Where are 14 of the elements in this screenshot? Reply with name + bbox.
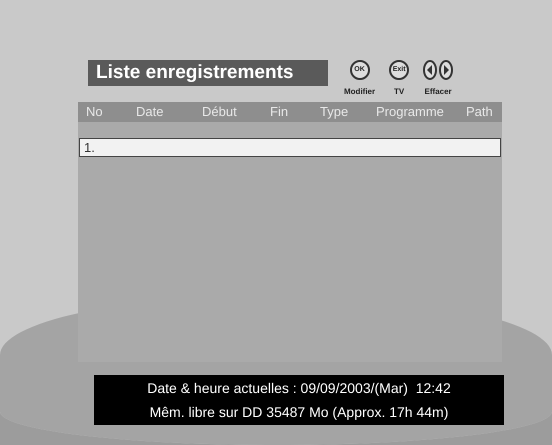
key-hint-label: TV (394, 86, 404, 98)
column-header: Programme (375, 103, 445, 122)
key-hint-label: Modifier (344, 86, 376, 98)
status-text: Mêm. libre sur DD 35487 Mo (Approx. 17h 44m) (150, 402, 448, 422)
column-header: Path (465, 103, 494, 122)
key-hint-label: Effacer (424, 86, 452, 98)
column-header: Début (201, 103, 238, 122)
column-header: Date (135, 103, 164, 122)
screen-title: Liste enregistrements (88, 60, 328, 86)
column-header: Fin (269, 103, 290, 122)
column-header: Type (319, 103, 350, 122)
recording-row[interactable]: 1. (79, 138, 501, 157)
status-text: Date & heure actuelles : 09/09/2003/(Mar) 12:42 (147, 378, 451, 398)
column-header: No (85, 103, 104, 122)
